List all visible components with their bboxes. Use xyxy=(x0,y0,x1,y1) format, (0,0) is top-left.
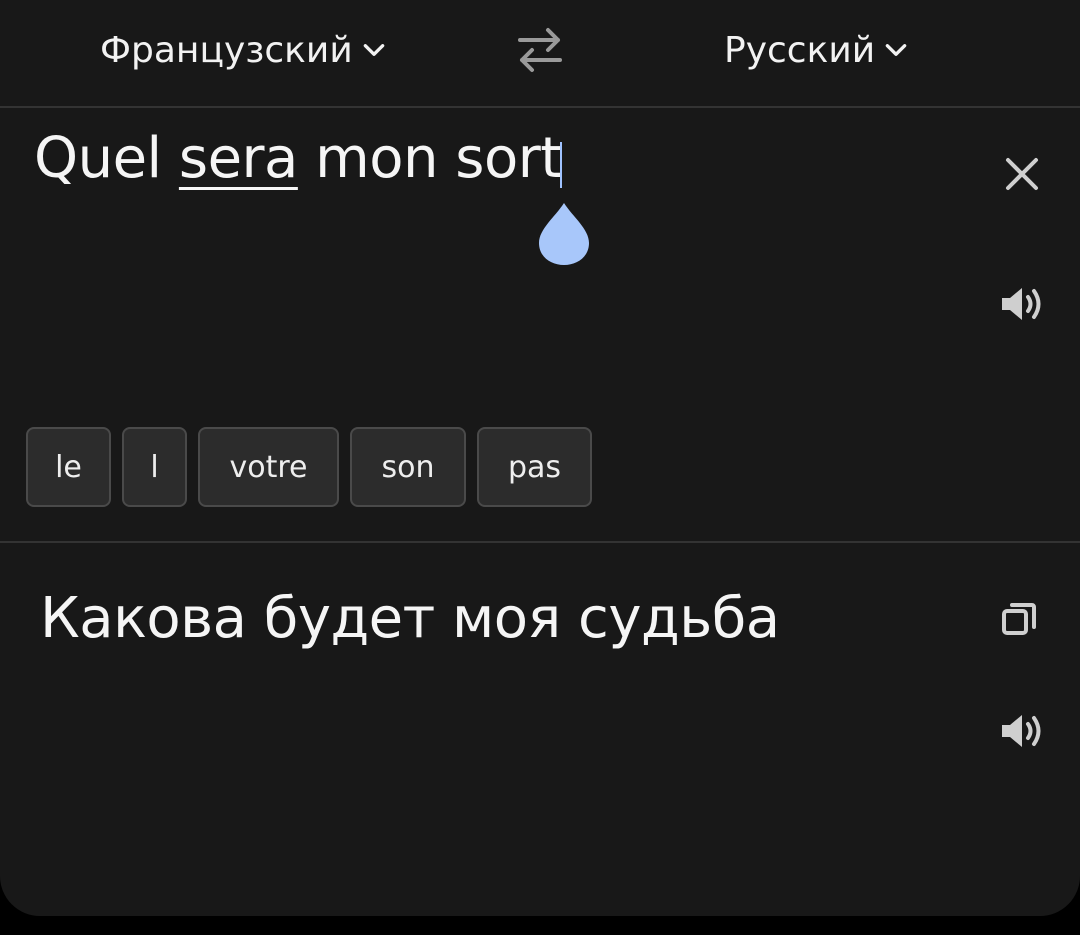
source-text-part: Quel xyxy=(34,126,179,191)
speaker-icon[interactable] xyxy=(998,711,1046,751)
source-language-selector[interactable]: Французский xyxy=(100,22,387,78)
target-language-selector[interactable]: Русский xyxy=(724,22,909,78)
swap-languages-icon[interactable] xyxy=(512,24,568,76)
speaker-icon[interactable] xyxy=(998,284,1046,324)
suggestion-chip[interactable]: votre xyxy=(198,427,339,507)
text-cursor xyxy=(560,142,562,188)
suggestion-chip[interactable]: pas xyxy=(477,427,592,507)
language-bar: Французский Русский xyxy=(0,0,1080,108)
target-language-label: Русский xyxy=(724,29,876,71)
close-icon[interactable] xyxy=(1000,152,1044,196)
source-text-underlined-word[interactable]: sera xyxy=(179,126,298,191)
translator-card: Французский Русский Quel sera mon sort l… xyxy=(0,0,1080,916)
suggestion-chip[interactable]: l xyxy=(122,427,187,507)
suggestion-chip[interactable]: le xyxy=(26,427,111,507)
suggestion-chip[interactable]: son xyxy=(350,427,466,507)
source-language-label: Французский xyxy=(100,29,353,71)
chevron-down-icon xyxy=(363,44,385,56)
text-selection-handle[interactable] xyxy=(535,199,593,269)
word-suggestions: le l votre son pas xyxy=(26,427,592,507)
copy-icon[interactable] xyxy=(998,597,1042,641)
source-text-part: mon sort xyxy=(297,126,562,191)
chevron-down-icon xyxy=(885,44,907,56)
divider xyxy=(0,541,1080,543)
source-text-input[interactable]: Quel sera mon sort xyxy=(34,126,562,191)
translation-text: Какова будет моя судьба xyxy=(40,586,780,651)
